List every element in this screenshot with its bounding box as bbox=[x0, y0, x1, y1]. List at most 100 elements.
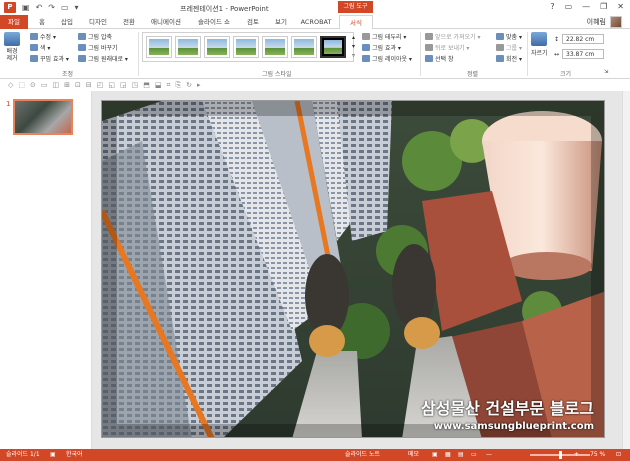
tool-icon[interactable]: ⬒ bbox=[143, 81, 150, 89]
color-icon bbox=[30, 44, 38, 51]
align-button[interactable]: 맞춤 ▾ bbox=[496, 32, 522, 41]
gallery-more-icon[interactable]: ▿ bbox=[352, 52, 355, 59]
rotate-button[interactable]: 회전 ▾ bbox=[496, 54, 522, 63]
selection-pane-button[interactable]: 선택 창 bbox=[425, 54, 453, 63]
tab-acrobat[interactable]: ACROBAT bbox=[298, 15, 334, 29]
remove-background-button[interactable]: 배경 제거 bbox=[4, 32, 20, 62]
notes-button[interactable]: 슬라이드 노트 bbox=[345, 449, 380, 461]
compress-pictures-button[interactable]: 그림 압축 bbox=[78, 32, 112, 41]
picture-effects-button[interactable]: 그림 효과 ▾ bbox=[362, 43, 401, 52]
reset-picture-button[interactable]: 그림 원래대로 ▾ bbox=[78, 54, 128, 63]
save-icon[interactable]: ▣ bbox=[22, 3, 30, 12]
tab-format[interactable]: 서식 bbox=[339, 15, 373, 30]
close-button[interactable]: ✕ bbox=[617, 2, 624, 11]
tool-icon[interactable]: ▭ bbox=[41, 81, 48, 89]
minimize-button[interactable]: — bbox=[582, 2, 590, 11]
style-thumb-selected[interactable] bbox=[320, 36, 346, 58]
tool-icon[interactable]: ▸ bbox=[197, 81, 201, 89]
gallery-scroll-up-icon[interactable]: ▴ bbox=[352, 34, 355, 41]
picture-effects-label: 그림 효과 ▾ bbox=[372, 45, 401, 52]
height-input[interactable]: 22.82 cm bbox=[562, 34, 604, 44]
tab-design[interactable]: 디자인 bbox=[84, 15, 112, 29]
reset-picture-icon bbox=[78, 55, 86, 62]
tab-home[interactable]: 홈 bbox=[34, 15, 50, 29]
slide-picture[interactable]: 삼성물산 건설부문 블로그 www.samsungblueprint.com bbox=[101, 100, 605, 438]
spellcheck-icon[interactable]: ▣ bbox=[50, 449, 56, 461]
tab-slideshow[interactable]: 슬라이드 쇼 bbox=[192, 15, 236, 29]
vertical-scrollbar[interactable] bbox=[622, 91, 630, 449]
selection-pane-label: 선택 창 bbox=[435, 56, 454, 63]
user-account[interactable]: 이혜림 bbox=[587, 16, 622, 28]
artistic-effects-icon bbox=[30, 55, 38, 62]
reading-view-icon[interactable]: ▤ bbox=[458, 449, 464, 461]
zoom-slider-handle[interactable] bbox=[559, 451, 562, 459]
tool-icon[interactable]: ⊟ bbox=[86, 81, 92, 89]
style-thumb[interactable] bbox=[262, 36, 288, 58]
powerpoint-logo-icon: P bbox=[4, 2, 16, 13]
tool-icon[interactable]: ◳ bbox=[132, 81, 139, 89]
width-input[interactable]: 33.87 cm bbox=[562, 49, 604, 59]
style-thumb[interactable] bbox=[175, 36, 201, 58]
tool-icon[interactable]: ⊡ bbox=[75, 81, 81, 89]
tab-review[interactable]: 검토 bbox=[242, 15, 264, 29]
fit-slide-icon[interactable]: ⊡ bbox=[616, 449, 621, 461]
bring-forward-label: 앞으로 가져오기 ▾ bbox=[435, 34, 481, 41]
zoom-out-icon[interactable]: — bbox=[486, 449, 492, 461]
tab-insert[interactable]: 삽입 bbox=[56, 15, 78, 29]
style-thumb[interactable] bbox=[291, 36, 317, 58]
bring-forward-icon bbox=[425, 33, 433, 40]
undo-icon[interactable]: ↶ bbox=[36, 3, 43, 12]
start-slideshow-icon[interactable]: ▭ bbox=[61, 3, 69, 12]
tab-view[interactable]: 보기 bbox=[270, 15, 292, 29]
send-backward-button[interactable]: 뒤로 보내기 ▾ bbox=[425, 43, 469, 52]
tool-icon[interactable]: ↻ bbox=[186, 81, 192, 89]
picture-layout-button[interactable]: 그림 레이아웃 ▾ bbox=[362, 54, 412, 63]
customize-qat-icon[interactable]: ▾ bbox=[75, 3, 79, 12]
language-indicator[interactable]: 한국어 bbox=[66, 449, 83, 461]
slideshow-view-icon[interactable]: ▭ bbox=[471, 449, 477, 461]
restore-button[interactable]: ❐ bbox=[600, 2, 607, 11]
tool-icon[interactable]: ⊞ bbox=[64, 81, 70, 89]
tool-icon[interactable]: ◱ bbox=[108, 81, 115, 89]
tool-icon[interactable]: ⊙ bbox=[30, 81, 36, 89]
redo-icon[interactable]: ↷ bbox=[48, 3, 55, 12]
slide-thumbnail[interactable] bbox=[13, 99, 73, 135]
zoom-in-icon[interactable]: + bbox=[574, 449, 579, 461]
slide-sorter-icon[interactable]: ▦ bbox=[445, 449, 451, 461]
window-controls: ? ▭ — ❐ ✕ bbox=[550, 2, 624, 11]
help-button[interactable]: ? bbox=[550, 2, 554, 11]
ribbon-display-button[interactable]: ▭ bbox=[565, 2, 573, 11]
color-button[interactable]: 색 ▾ bbox=[30, 43, 50, 52]
tool-icon[interactable]: ⎘ bbox=[175, 81, 181, 90]
tab-animations[interactable]: 애니메이션 bbox=[146, 15, 186, 29]
style-thumb[interactable] bbox=[233, 36, 259, 58]
style-thumb[interactable] bbox=[146, 36, 172, 58]
comments-button[interactable]: 메모 bbox=[408, 449, 419, 461]
tool-icon[interactable]: ◫ bbox=[53, 81, 60, 89]
zoom-level[interactable]: 75 % bbox=[590, 449, 605, 461]
tool-icon[interactable]: ⌗ bbox=[167, 81, 171, 90]
group-button[interactable]: 그룹 ▾ bbox=[496, 43, 522, 52]
align-label: 맞춤 ▾ bbox=[506, 34, 522, 41]
style-thumb[interactable] bbox=[204, 36, 230, 58]
crop-button[interactable]: 자르기 bbox=[531, 32, 548, 57]
size-dialog-launcher-icon[interactable]: ⇲ bbox=[604, 69, 608, 75]
tool-icon[interactable]: ⬓ bbox=[155, 81, 162, 89]
tool-icon[interactable]: ◲ bbox=[120, 81, 127, 89]
tool-icon[interactable]: ⬚ bbox=[18, 81, 25, 89]
tool-icon[interactable]: ◇ bbox=[8, 81, 13, 89]
corrections-button[interactable]: 수정 ▾ bbox=[30, 32, 56, 41]
change-picture-button[interactable]: 그림 바꾸기 bbox=[78, 43, 118, 52]
tab-file[interactable]: 파일 bbox=[0, 15, 28, 29]
bring-forward-button[interactable]: 앞으로 가져오기 ▾ bbox=[425, 32, 480, 41]
normal-view-icon[interactable]: ▣ bbox=[432, 449, 438, 461]
secondary-toolbar: ◇ ⬚ ⊙ ▭ ◫ ⊞ ⊡ ⊟ ◰ ◱ ◲ ◳ ⬒ ⬓ ⌗ ⎘ ↻ ▸ bbox=[0, 79, 630, 91]
tab-transitions[interactable]: 전환 bbox=[118, 15, 140, 29]
tool-icon[interactable]: ◰ bbox=[97, 81, 104, 89]
gallery-scroll-down-icon[interactable]: ▾ bbox=[352, 43, 355, 50]
compress-label: 그림 압축 bbox=[88, 34, 112, 41]
picture-border-icon bbox=[362, 33, 370, 40]
artistic-effects-button[interactable]: 꾸밈 효과 ▾ bbox=[30, 54, 69, 63]
picture-border-button[interactable]: 그림 테두리 ▾ bbox=[362, 32, 406, 41]
rotate-icon bbox=[496, 55, 504, 62]
